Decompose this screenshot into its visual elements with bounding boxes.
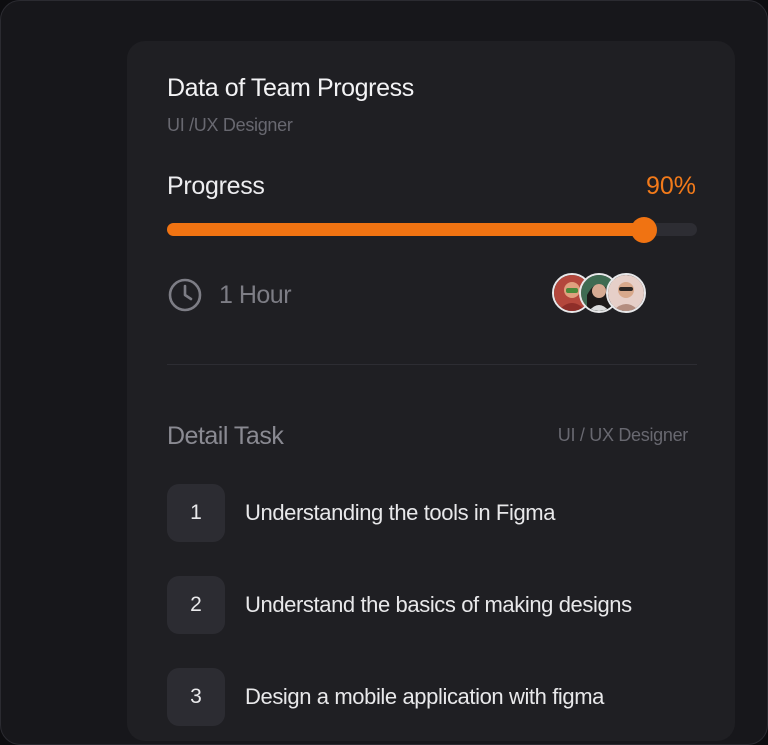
progress-slider-handle[interactable] [631,217,657,243]
detail-task-role: UI / UX Designer [557,425,689,445]
task-text: Understanding the tools in Figma [245,500,556,525]
progress-label: Progress [167,172,265,200]
progress-fill [167,223,644,236]
duration-row: 1 Hour [167,277,292,313]
task-text: Design a mobile application with figma [245,684,604,709]
task-number-badge: 1 [167,484,225,542]
card-title: Data of Team Progress [167,74,414,102]
task-item[interactable]: 1 Understanding the tools in Figma [167,484,555,542]
app-frame: Data of Team Progress UI /UX Designer Pr… [0,0,768,745]
team-progress-card: Data of Team Progress UI /UX Designer Pr… [127,41,735,741]
card-subtitle: UI /UX Designer [167,115,293,135]
progress-track [167,217,697,243]
duration-text: 1 Hour [219,280,292,309]
detail-task-title: Detail Task [167,422,284,450]
divider [167,364,697,365]
task-item[interactable]: 3 Design a mobile application with figma [167,668,604,726]
clock-icon [168,278,202,312]
team-avatars[interactable] [552,273,646,313]
avatar[interactable] [606,273,646,313]
task-item[interactable]: 2 Understand the basics of making design… [167,576,632,634]
task-number-badge: 2 [167,576,225,634]
task-text: Understand the basics of making designs [245,592,632,617]
progress-value: 90% [645,172,696,200]
task-number-badge: 3 [167,668,225,726]
